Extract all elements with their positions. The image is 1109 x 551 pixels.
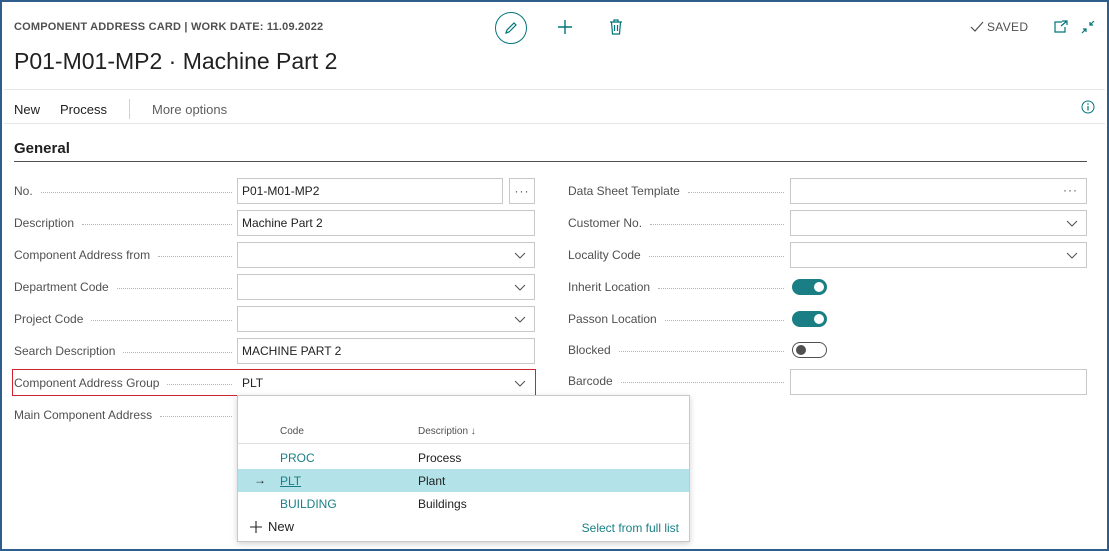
select-full-list-link[interactable]: Select from full list: [582, 521, 679, 535]
plus-icon: [250, 520, 262, 533]
description-label: Description: [14, 215, 232, 231]
description-column-header[interactable]: Description ↓: [418, 426, 476, 437]
department-code-select[interactable]: [237, 274, 535, 300]
project-code-label: Project Code: [14, 311, 232, 327]
action-separator: [128, 99, 130, 119]
component-address-from-label: Component Address from: [14, 247, 232, 263]
collapse-icon[interactable]: [1079, 18, 1097, 36]
lookup-new-label: New: [268, 519, 295, 534]
description-field[interactable]: Machine Part 2: [237, 210, 535, 236]
saved-label: SAVED: [987, 20, 1029, 34]
header-divider: [4, 89, 1105, 90]
lookup-code[interactable]: PLT: [280, 474, 301, 488]
locality-code-label: Locality Code: [568, 247, 784, 263]
data-sheet-template-label: Data Sheet Template: [568, 183, 784, 199]
lookup-description: Process: [418, 451, 462, 465]
page-caption: COMPONENT ADDRESS CARD | WORK DATE: 11.0…: [14, 21, 324, 33]
plus-icon[interactable]: [555, 17, 575, 37]
checkmark-icon: [970, 21, 984, 32]
lookup-footer: New Select from full list: [238, 515, 689, 541]
inherit-location-toggle[interactable]: [792, 279, 827, 295]
popout-icon[interactable]: [1052, 18, 1070, 36]
lookup-header: Code Description ↓: [238, 396, 689, 444]
passon-location-toggle[interactable]: [792, 311, 827, 327]
no-field[interactable]: P01-M01-MP2: [237, 178, 503, 204]
chevron-down-icon: [514, 284, 526, 291]
passon-location-label: Passon Location: [568, 311, 784, 327]
locality-code-select[interactable]: [790, 242, 1087, 268]
main-component-address-label: Main Component Address: [14, 407, 232, 423]
lookup-row-selected[interactable]: → PLT Plant: [238, 469, 689, 492]
delete-icon[interactable]: [606, 17, 626, 37]
assist-edit-button[interactable]: ···: [509, 178, 535, 204]
ellipsis-icon[interactable]: ···: [1063, 183, 1078, 197]
lookup-row[interactable]: PROC Process: [238, 446, 689, 469]
section-title: General: [14, 140, 70, 157]
lookup-new-button[interactable]: New: [250, 519, 294, 534]
group-lookup-dropdown: Code Description ↓ PROC Process → PLT Pl…: [237, 395, 690, 542]
customer-no-label: Customer No.: [568, 215, 784, 231]
department-code-label: Department Code: [14, 279, 232, 295]
focus-highlight: [12, 369, 536, 396]
code-column-header[interactable]: Code: [280, 426, 304, 437]
search-description-field[interactable]: MACHINE PART 2: [237, 338, 535, 364]
chevron-down-icon: [514, 252, 526, 259]
blocked-label: Blocked: [568, 342, 784, 358]
more-options-action[interactable]: More options: [152, 102, 227, 117]
lookup-code[interactable]: PROC: [280, 451, 315, 465]
info-icon[interactable]: [1081, 100, 1095, 114]
new-action[interactable]: New: [14, 102, 40, 117]
process-action[interactable]: Process: [60, 102, 107, 117]
chevron-down-icon: [1066, 252, 1078, 259]
no-label: No.: [14, 183, 232, 199]
saved-status: SAVED: [970, 20, 1028, 34]
arrow-right-icon: →: [254, 473, 266, 487]
chevron-down-icon: [1066, 220, 1078, 227]
action-bar: New Process More options: [14, 99, 227, 119]
customer-no-select[interactable]: [790, 210, 1087, 236]
action-divider: [4, 123, 1105, 124]
lookup-code[interactable]: BUILDING: [280, 497, 337, 511]
barcode-label: Barcode: [568, 373, 784, 389]
project-code-select[interactable]: [237, 306, 535, 332]
page-title: P01-M01-MP2 · Machine Part 2: [14, 48, 338, 74]
search-description-label: Search Description: [14, 343, 232, 359]
edit-icon[interactable]: [495, 12, 527, 44]
component-address-from-select[interactable]: [237, 242, 535, 268]
barcode-field[interactable]: [790, 369, 1087, 395]
lookup-description: Buildings: [418, 497, 467, 511]
card-window: COMPONENT ADDRESS CARD | WORK DATE: 11.0…: [0, 0, 1109, 551]
blocked-toggle[interactable]: [792, 342, 827, 358]
chevron-down-icon: [514, 316, 526, 323]
lookup-row[interactable]: BUILDING Buildings: [238, 492, 689, 515]
lookup-description: Plant: [418, 474, 446, 488]
section-underline: [14, 161, 1087, 162]
inherit-location-label: Inherit Location: [568, 279, 784, 295]
data-sheet-template-field[interactable]: ···: [790, 178, 1087, 204]
